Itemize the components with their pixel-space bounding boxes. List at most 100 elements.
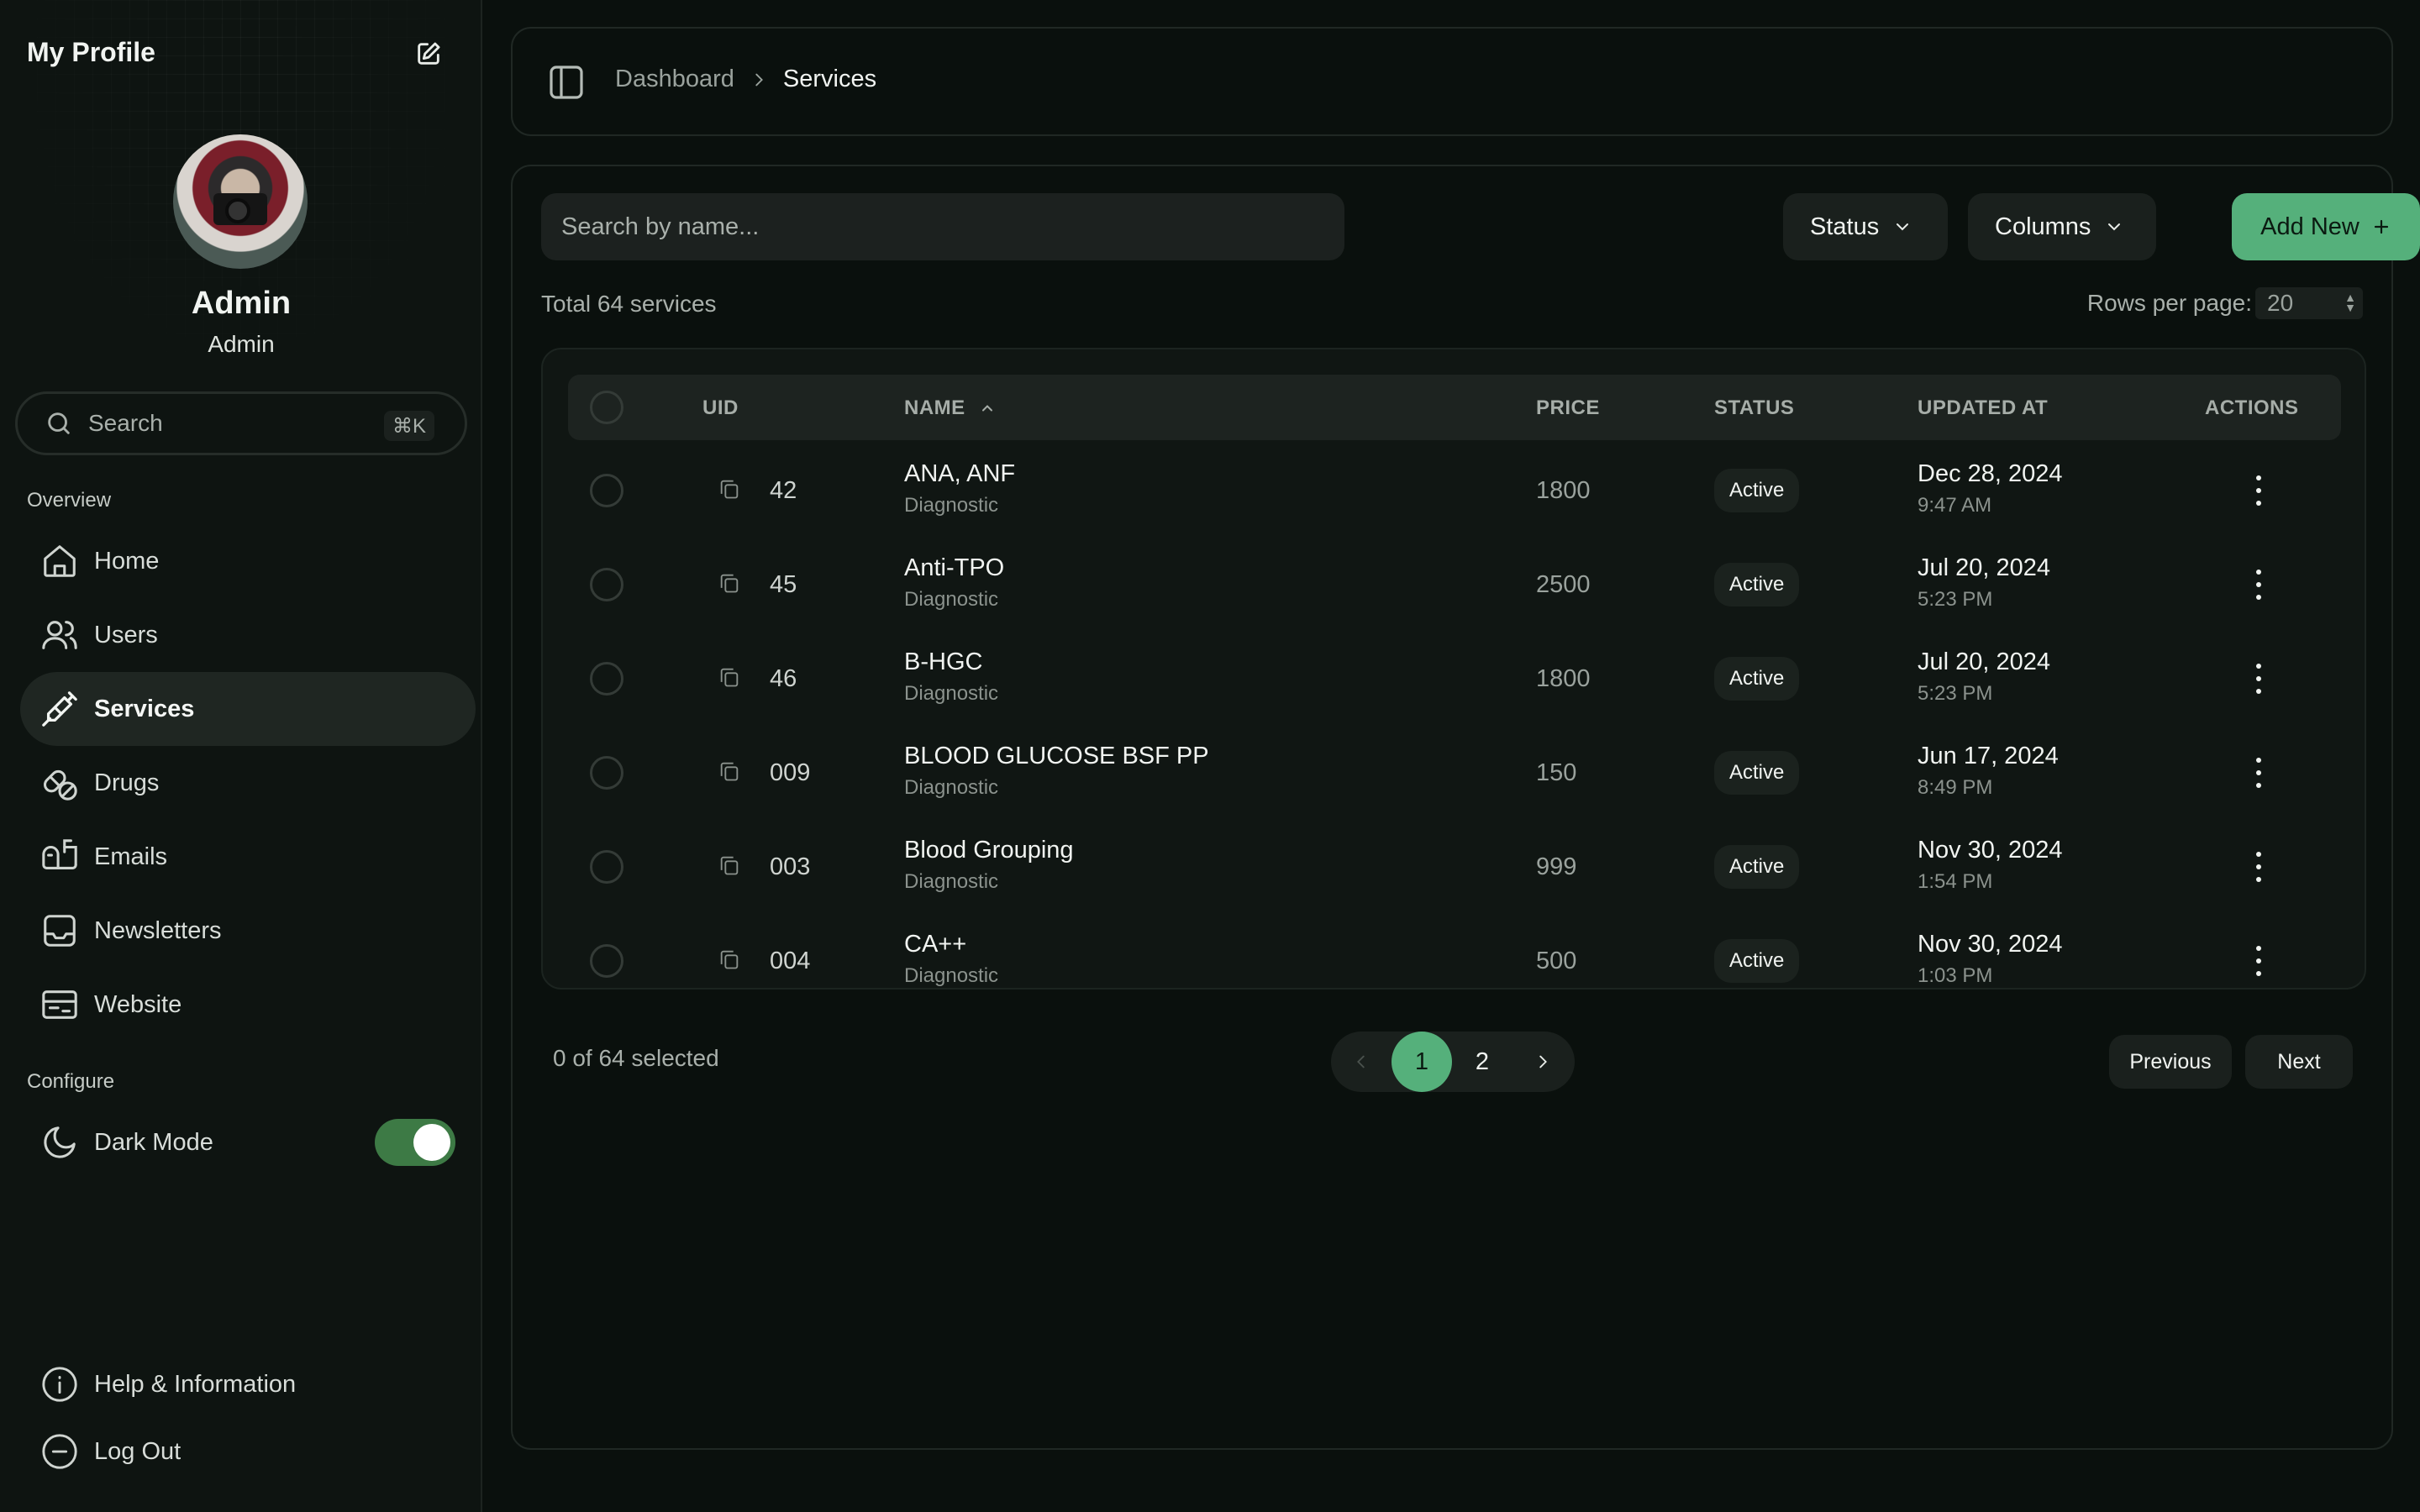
page-button-1[interactable]: 1 bbox=[1392, 1032, 1452, 1092]
previous-button[interactable]: Previous bbox=[2109, 1035, 2232, 1089]
row-actions-menu-icon[interactable] bbox=[2254, 475, 2264, 506]
search-shortcut: ⌘K bbox=[383, 411, 434, 441]
row-actions-menu-icon[interactable] bbox=[2254, 946, 2264, 976]
edit-profile-button[interactable] bbox=[407, 37, 450, 71]
copy-uid-button[interactable] bbox=[718, 759, 741, 783]
stepper-arrows-icon: ▲ ▼ bbox=[2344, 291, 2356, 314]
copy-icon bbox=[720, 480, 739, 499]
copy-uid-button[interactable] bbox=[718, 665, 741, 689]
header-name-label: NAME bbox=[904, 396, 965, 419]
table-row[interactable]: 009 BLOOD GLUCOSE BSF PP Diagnostic 150 … bbox=[543, 726, 2365, 820]
info-icon bbox=[40, 1365, 79, 1404]
sidebar-toggle-button[interactable] bbox=[546, 62, 587, 102]
help-information-link[interactable]: Help & Information bbox=[20, 1347, 476, 1421]
columns-button[interactable]: Columns bbox=[1968, 193, 2156, 260]
row-updated-time: 5:23 PM bbox=[1918, 588, 1993, 611]
logout-link[interactable]: Log Out bbox=[20, 1415, 476, 1488]
camera-lens-shape bbox=[225, 198, 250, 223]
sidebar-search[interactable]: Search ⌘K bbox=[15, 391, 467, 455]
breadcrumb-bar: Dashboard Services bbox=[511, 27, 2393, 136]
sidebar-item-label: Users bbox=[94, 621, 158, 648]
pagination-next-button[interactable] bbox=[1512, 1032, 1573, 1092]
table-header: UID NAME PRICE STATUS UPDATED AT ACTIONS bbox=[568, 375, 2341, 440]
row-actions-menu-icon[interactable] bbox=[2254, 664, 2264, 694]
sidebar-item-emails[interactable]: Emails bbox=[20, 820, 476, 894]
row-updated-date: Nov 30, 2024 bbox=[1918, 931, 2063, 958]
copy-uid-button[interactable] bbox=[718, 571, 741, 595]
add-new-button[interactable]: Add New bbox=[2232, 193, 2420, 260]
chevron-right-icon bbox=[755, 73, 763, 86]
status-filter-button[interactable]: Status bbox=[1783, 193, 1948, 260]
columns-label: Columns bbox=[1995, 213, 2091, 240]
section-overview: Overview bbox=[27, 489, 112, 512]
row-category: Diagnostic bbox=[904, 588, 999, 611]
row-name: BLOOD GLUCOSE BSF PP bbox=[904, 743, 1209, 769]
row-name: Blood Grouping bbox=[904, 837, 1074, 864]
table-row[interactable]: 45 Anti-TPO Diagnostic 2500 Active Jul 2… bbox=[543, 538, 2365, 632]
minus-circle-icon bbox=[40, 1432, 79, 1471]
status-badge: Active bbox=[1714, 751, 1800, 795]
sidebar-item-home[interactable]: Home bbox=[20, 524, 476, 598]
search-input[interactable] bbox=[541, 193, 1344, 260]
user-name: Admin bbox=[191, 286, 292, 321]
inbox-icon bbox=[40, 911, 79, 950]
row-updated-time: 9:47 AM bbox=[1918, 494, 1992, 517]
status-badge: Active bbox=[1714, 939, 1800, 983]
selection-count: 0 of 64 selected bbox=[553, 1045, 719, 1071]
pagination: 1 2 bbox=[1331, 1032, 1575, 1092]
toggle-knob bbox=[413, 1124, 450, 1161]
copy-uid-button[interactable] bbox=[718, 477, 741, 501]
row-price: 1800 bbox=[1536, 665, 1591, 692]
sidebar-item-newsletters[interactable]: Newsletters bbox=[20, 894, 476, 968]
row-name: CA++ bbox=[904, 931, 967, 958]
row-select-checkbox[interactable] bbox=[590, 944, 623, 978]
sidebar-search-placeholder: Search bbox=[88, 410, 163, 436]
sidebar-item-services[interactable]: Services bbox=[20, 672, 476, 746]
search-icon bbox=[48, 412, 70, 434]
table-row[interactable]: 42 ANA, ANF Diagnostic 1800 Active Dec 2… bbox=[543, 444, 2365, 538]
sidebar-item-users[interactable]: Users bbox=[20, 598, 476, 672]
status-badge: Active bbox=[1714, 563, 1800, 606]
table-row[interactable]: 46 B-HGC Diagnostic 1800 Active Jul 20, … bbox=[543, 632, 2365, 726]
row-actions-menu-icon[interactable] bbox=[2254, 570, 2264, 600]
row-select-checkbox[interactable] bbox=[590, 474, 623, 507]
row-updated-date: Jul 20, 2024 bbox=[1918, 648, 2051, 675]
pagination-prev-button[interactable] bbox=[1331, 1032, 1392, 1092]
copy-uid-button[interactable] bbox=[718, 948, 741, 971]
browser-icon bbox=[40, 985, 79, 1024]
select-all-checkbox[interactable] bbox=[590, 391, 623, 424]
row-category: Diagnostic bbox=[904, 964, 999, 987]
home-icon bbox=[40, 542, 79, 580]
row-select-checkbox[interactable] bbox=[590, 756, 623, 790]
services-table: UID NAME PRICE STATUS UPDATED AT ACTIONS… bbox=[541, 348, 2366, 990]
table-row[interactable]: 003 Blood Grouping Diagnostic 999 Active… bbox=[543, 820, 2365, 914]
row-select-checkbox[interactable] bbox=[590, 850, 623, 884]
row-uid: 42 bbox=[770, 477, 797, 504]
row-select-checkbox[interactable] bbox=[590, 568, 623, 601]
avatar[interactable] bbox=[173, 134, 308, 269]
copy-uid-button[interactable] bbox=[718, 853, 741, 877]
sidebar-item-label: Drugs bbox=[94, 769, 160, 796]
edit-icon bbox=[418, 42, 440, 65]
sidebar-item-label: Emails bbox=[94, 843, 168, 870]
breadcrumb-dashboard[interactable]: Dashboard bbox=[615, 66, 734, 93]
rows-per-page-select[interactable]: 20 ▲ ▼ bbox=[2255, 287, 2363, 319]
table-row[interactable]: 004 CA++ Diagnostic 500 Active Nov 30, 2… bbox=[543, 914, 2365, 988]
sidebar-item-drugs[interactable]: Drugs bbox=[20, 746, 476, 820]
sidebar-item-website[interactable]: Website bbox=[20, 968, 476, 1042]
row-select-checkbox[interactable] bbox=[590, 662, 623, 696]
services-panel: Status Columns Add New Total 64 services… bbox=[511, 165, 2420, 1450]
row-actions-menu-icon[interactable] bbox=[2254, 852, 2264, 882]
copy-icon bbox=[720, 668, 739, 687]
help-label: Help & Information bbox=[94, 1370, 297, 1398]
row-actions-menu-icon[interactable] bbox=[2254, 758, 2264, 788]
header-name[interactable]: NAME bbox=[904, 396, 996, 420]
sidebar-item-label: Newsletters bbox=[94, 916, 222, 944]
breadcrumb: Dashboard Services bbox=[615, 66, 876, 93]
row-name: ANA, ANF bbox=[904, 460, 1016, 487]
row-name: B-HGC bbox=[904, 648, 983, 675]
dark-mode-toggle[interactable] bbox=[375, 1119, 455, 1166]
sort-ascending-icon bbox=[981, 405, 992, 412]
page-button-2[interactable]: 2 bbox=[1452, 1032, 1512, 1092]
next-button[interactable]: Next bbox=[2245, 1035, 2353, 1089]
